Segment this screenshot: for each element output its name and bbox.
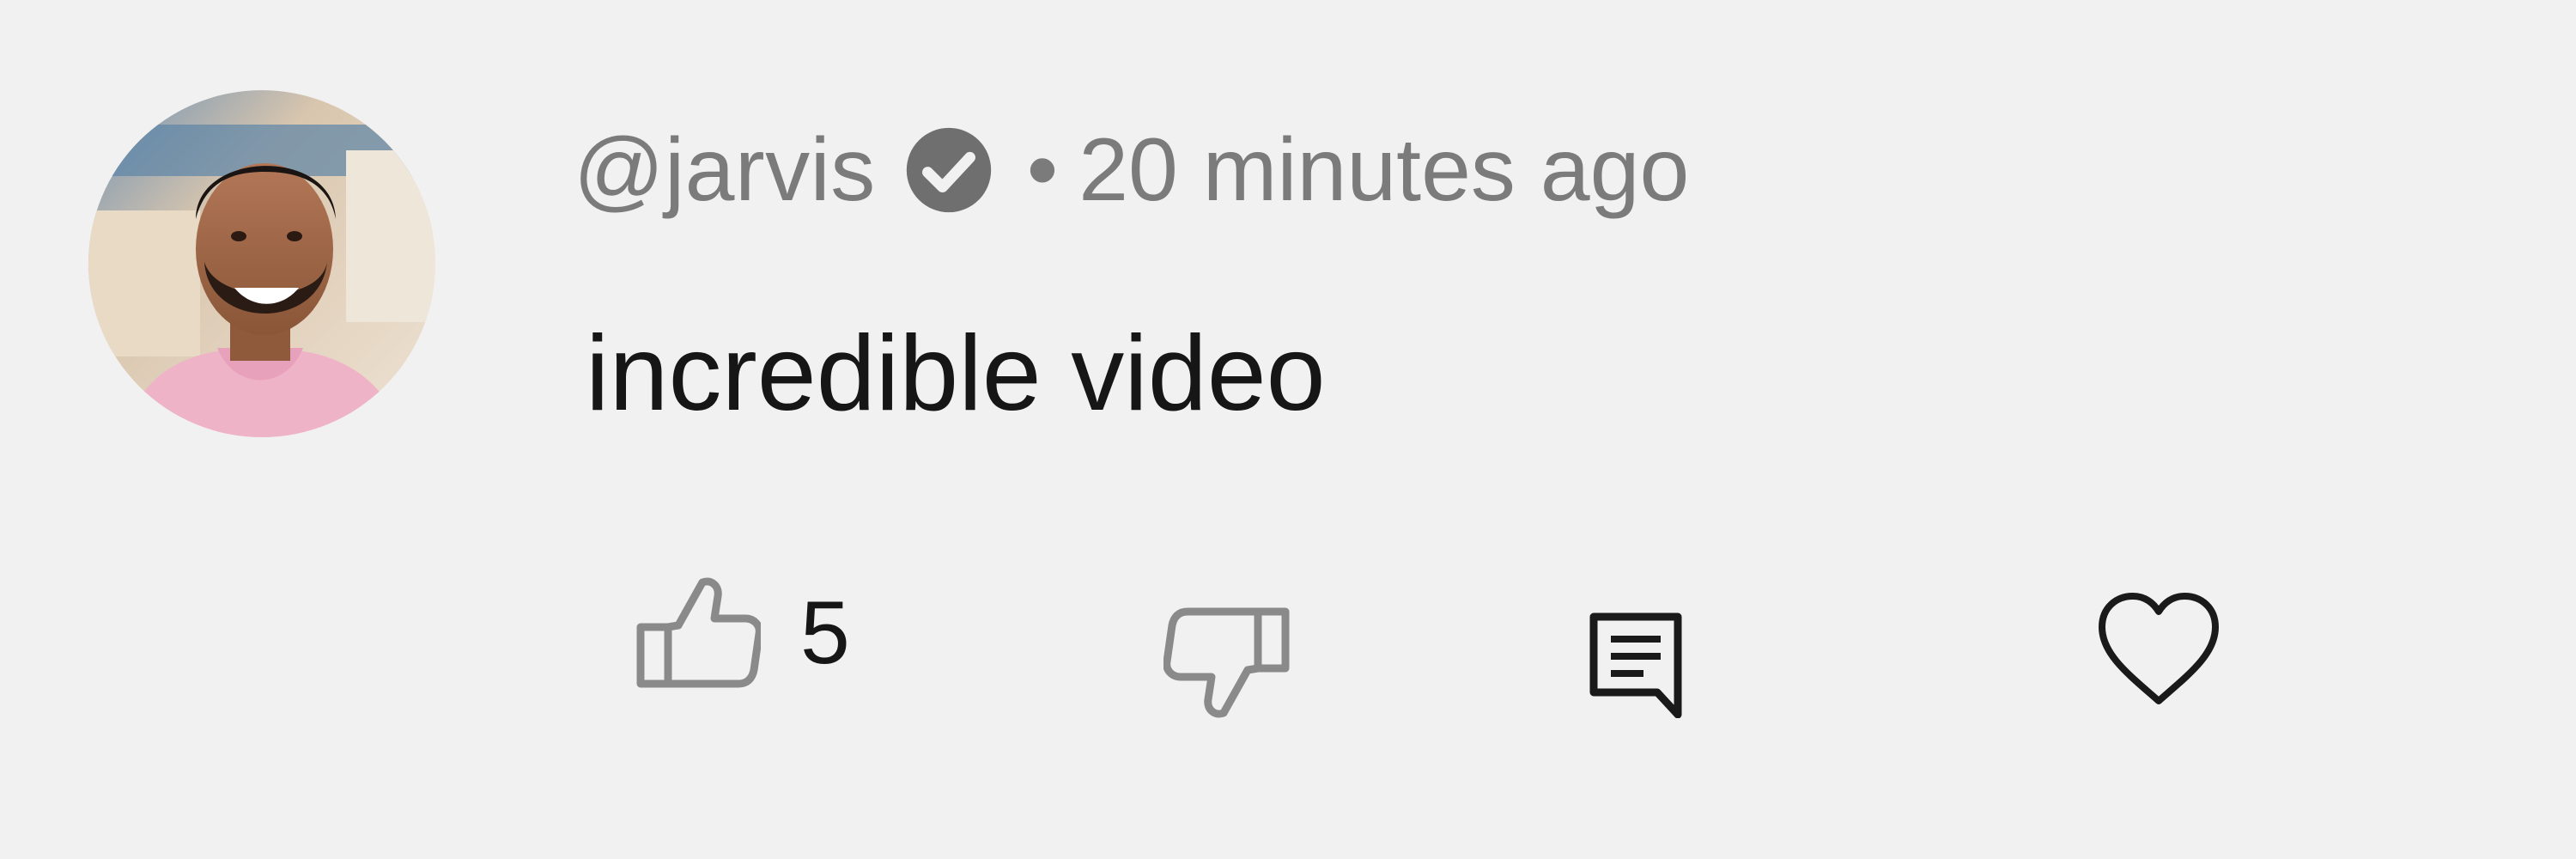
comment-text: incredible video bbox=[586, 314, 1326, 433]
meta-separator: • bbox=[1026, 119, 1059, 220]
like-count: 5 bbox=[800, 583, 850, 683]
comment-timestamp: 20 minutes ago bbox=[1078, 119, 1690, 220]
avatar[interactable] bbox=[88, 90, 435, 437]
reply-comment-icon[interactable] bbox=[1589, 612, 1683, 719]
thumbs-down-icon[interactable] bbox=[1163, 606, 1292, 718]
comment-meta: @jarvis • 20 minutes ago bbox=[574, 119, 1689, 222]
avatar-image bbox=[88, 90, 435, 437]
author-handle[interactable]: @jarvis bbox=[574, 119, 876, 222]
thumbs-up-icon[interactable] bbox=[634, 577, 763, 689]
comment-item: @jarvis • 20 minutes ago incredible vide… bbox=[0, 0, 2576, 859]
heart-icon[interactable] bbox=[2095, 591, 2222, 710]
verified-check-icon bbox=[898, 119, 999, 221]
